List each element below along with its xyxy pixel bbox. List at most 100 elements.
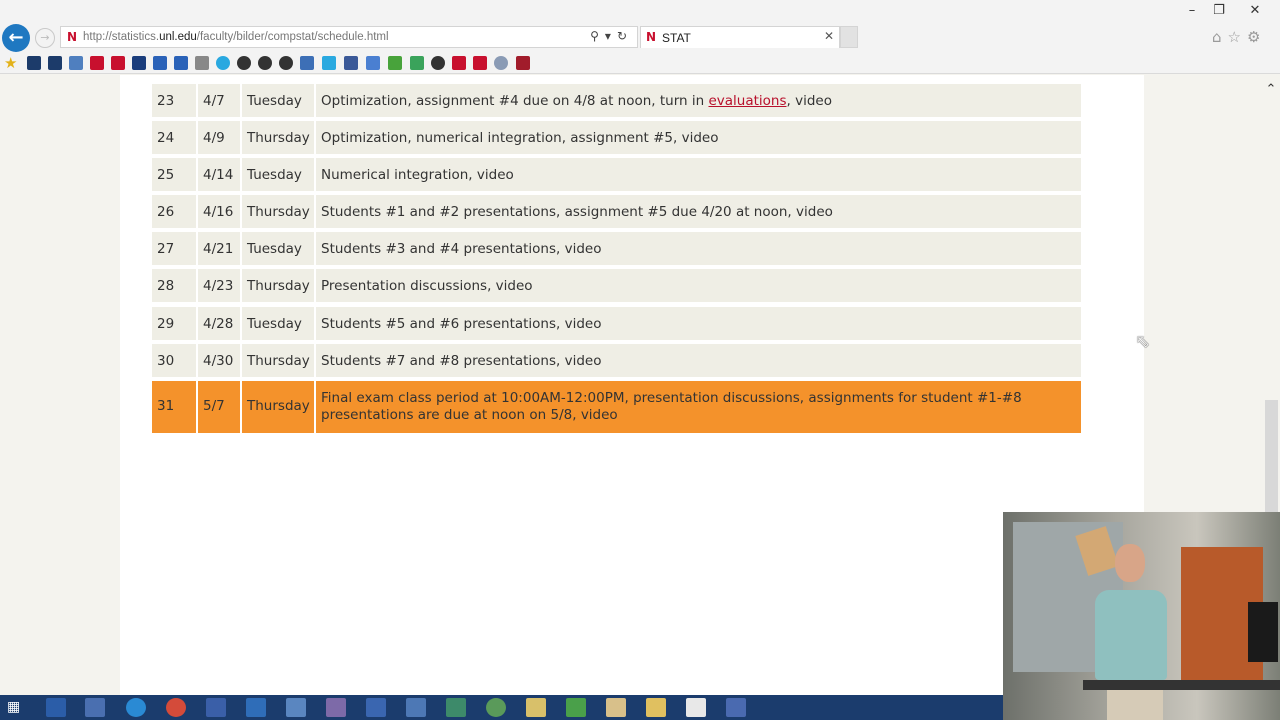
fav-icon[interactable] (174, 56, 188, 70)
fav-icon[interactable] (27, 56, 41, 70)
class-topic: Students #3 and #4 presentations, video (316, 232, 1081, 265)
new-tab-button[interactable] (840, 26, 858, 48)
facebook-icon[interactable] (344, 56, 358, 70)
forward-arrow-icon[interactable]: → (35, 28, 55, 48)
class-number: 25 (152, 158, 196, 191)
taskbar-app-icon[interactable] (566, 698, 586, 717)
class-topic: Students #5 and #6 presentations, video (316, 307, 1081, 340)
class-day: Thursday (242, 381, 314, 433)
taskbar-app-icon[interactable] (726, 698, 746, 717)
back-arrow-icon[interactable]: ← (2, 24, 30, 52)
class-date: 4/28 (198, 307, 240, 340)
url-text[interactable]: http://statistics.unl.edu/faculty/bilder… (83, 31, 389, 43)
fav-icon[interactable] (300, 56, 314, 70)
class-day: Thursday (242, 269, 314, 302)
lecture-desk (1083, 680, 1280, 690)
table-row: 24 4/9 Thursday Optimization, numerical … (152, 121, 1081, 154)
fav-icon[interactable] (366, 56, 380, 70)
close-window-icon[interactable]: ✕ (1230, 0, 1280, 22)
fav-icon[interactable] (237, 56, 251, 70)
taskbar-app-icon[interactable] (606, 698, 626, 717)
taskbar-app-icon[interactable] (366, 698, 386, 717)
taskbar-app-icon[interactable] (246, 698, 266, 717)
evaluations-link[interactable]: evaluations (708, 93, 786, 109)
taskbar-app-icon[interactable] (326, 698, 346, 717)
address-bar[interactable]: N http://statistics.unl.edu/faculty/bild… (60, 26, 638, 48)
fav-icon[interactable] (195, 56, 209, 70)
browser-titlebar: ← → N http://statistics.unl.edu/faculty/… (0, 0, 1280, 52)
search-refresh-icons[interactable]: ⚲▾↻ (590, 29, 633, 43)
table-row-highlighted: 31 5/7 Thursday Final exam class period … (152, 381, 1081, 433)
fav-icon[interactable] (69, 56, 83, 70)
tab-stat[interactable]: N STAT ✕ (640, 26, 840, 48)
fav-icon[interactable] (258, 56, 272, 70)
table-row: 23 4/7 Tuesday Optimization, assignment … (152, 84, 1081, 117)
taskbar-app-icon[interactable] (85, 698, 105, 717)
taskbar-app-icon[interactable] (206, 698, 226, 717)
fav-icon[interactable] (473, 56, 487, 70)
class-date: 4/21 (198, 232, 240, 265)
windows-start-icon[interactable]: ▦ (7, 699, 25, 716)
mouse-cursor-icon: ⬁ (1135, 331, 1151, 352)
desk-monitor (1248, 602, 1278, 662)
topic-text: , video (786, 93, 832, 109)
favorites-star-icon[interactable]: ★ (4, 54, 17, 72)
taskbar-app-icon[interactable] (286, 698, 306, 717)
taskbar-app-icon[interactable] (446, 698, 466, 717)
class-topic: Numerical integration, video (316, 158, 1081, 191)
fav-icon[interactable] (279, 56, 293, 70)
class-number: 23 (152, 84, 196, 117)
class-number: 26 (152, 195, 196, 228)
taskbar-app-icon[interactable] (486, 698, 506, 717)
tab-close-icon[interactable]: ✕ (824, 29, 834, 43)
table-row: 27 4/21 Tuesday Students #3 and #4 prese… (152, 232, 1081, 265)
fav-icon[interactable] (153, 56, 167, 70)
scroll-up-chevron-icon[interactable]: ⌃ (1262, 82, 1280, 97)
twitter-icon[interactable] (322, 56, 336, 70)
class-day: Tuesday (242, 158, 314, 191)
class-topic: Presentation discussions, video (316, 269, 1081, 302)
file-explorer-icon[interactable] (646, 698, 666, 717)
fav-icon[interactable] (431, 56, 445, 70)
class-number: 29 (152, 307, 196, 340)
tab-title: STAT (662, 31, 691, 45)
fav-icon[interactable] (410, 56, 424, 70)
class-number: 28 (152, 269, 196, 302)
fav-icon[interactable] (132, 56, 146, 70)
home-favorites-settings-icons[interactable]: ⌂☆⚙ (1212, 28, 1266, 46)
fav-icon[interactable] (48, 56, 62, 70)
fav-icon[interactable] (216, 56, 230, 70)
class-day: Tuesday (242, 84, 314, 117)
fav-icon[interactable] (90, 56, 104, 70)
fav-icon[interactable] (388, 56, 402, 70)
internet-explorer-icon[interactable] (126, 698, 146, 717)
taskbar-app-icon[interactable] (406, 698, 426, 717)
table-row: 30 4/30 Thursday Students #7 and #8 pres… (152, 344, 1081, 377)
class-topic: Students #7 and #8 presentations, video (316, 344, 1081, 377)
class-topic: Students #1 and #2 presentations, assign… (316, 195, 1081, 228)
site-favicon-icon: N (65, 30, 79, 44)
class-topic: Final exam class period at 10:00AM-12:00… (316, 381, 1081, 433)
lecturer-body (1095, 590, 1167, 680)
class-date: 4/7 (198, 84, 240, 117)
taskbar-app-icon[interactable] (46, 698, 66, 717)
chrome-icon[interactable] (166, 698, 186, 717)
class-date: 5/7 (198, 381, 240, 433)
class-number: 27 (152, 232, 196, 265)
fav-icon[interactable] (494, 56, 508, 70)
taskbar-app-icon[interactable] (686, 698, 706, 717)
fav-icon[interactable] (516, 56, 530, 70)
table-row: 26 4/16 Thursday Students #1 and #2 pres… (152, 195, 1081, 228)
class-day: Tuesday (242, 232, 314, 265)
class-day: Thursday (242, 121, 314, 154)
class-topic: Optimization, assignment #4 due on 4/8 a… (316, 84, 1081, 117)
class-date: 4/9 (198, 121, 240, 154)
class-date: 4/16 (198, 195, 240, 228)
taskbar-app-icon[interactable] (526, 698, 546, 717)
topic-line: presentations are due at noon on 5/8, vi… (321, 407, 618, 423)
class-date: 4/30 (198, 344, 240, 377)
table-row: 28 4/23 Thursday Presentation discussion… (152, 269, 1081, 302)
webcam-video-overlay (1003, 512, 1280, 720)
fav-icon[interactable] (111, 56, 125, 70)
fav-icon[interactable] (452, 56, 466, 70)
